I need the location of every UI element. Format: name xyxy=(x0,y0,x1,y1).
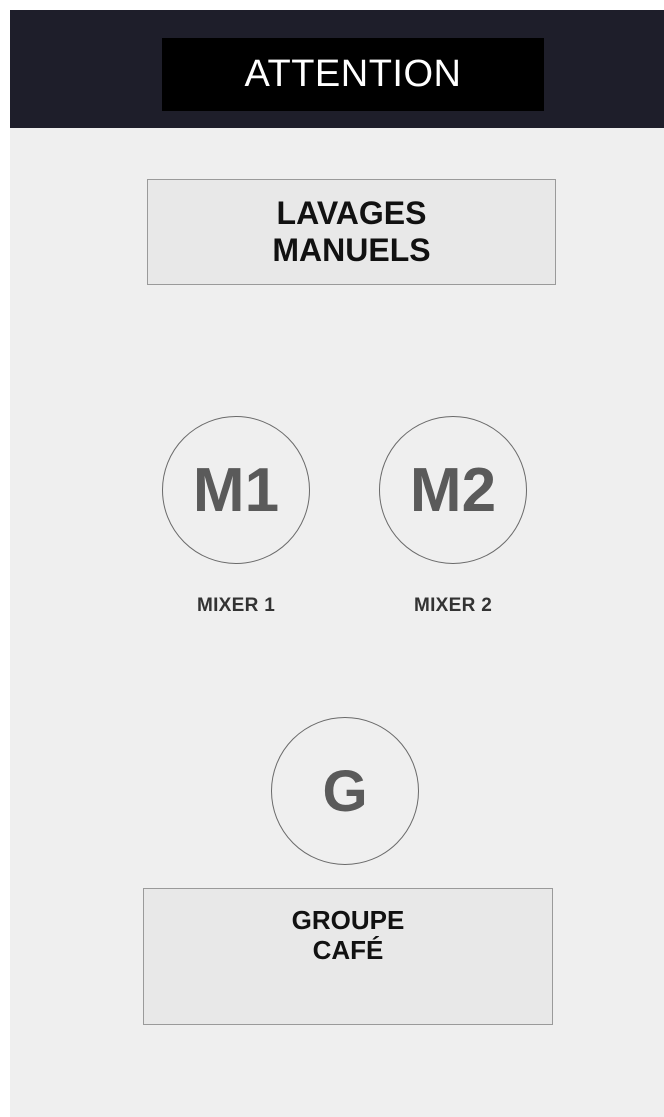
group-label-line-1: GROUPE xyxy=(291,905,405,935)
m2-icon: M2 xyxy=(409,455,497,525)
coffee-group-panel[interactable]: GROUPE CAFÉ xyxy=(143,888,553,1025)
g-icon: G xyxy=(322,758,368,824)
section-title-line-1: LAVAGES xyxy=(276,195,427,231)
group-label-line-2: CAFÉ xyxy=(312,935,384,965)
m1-icon: M1 xyxy=(192,455,280,525)
header-bar: ATTENTION xyxy=(10,10,664,128)
mixer-2-button[interactable]: M2 xyxy=(379,416,527,564)
mixer-2-label: MIXER 2 xyxy=(413,595,493,616)
section-title-line-2: MANUELS xyxy=(272,232,431,268)
mixer-1-button[interactable]: M1 xyxy=(162,416,310,564)
mixer-1-label: MIXER 1 xyxy=(196,595,276,616)
attention-title: ATTENTION xyxy=(162,38,544,111)
screen: ATTENTION LAVAGES MANUELS M1 MIXER 1 M2 … xyxy=(10,10,664,1117)
manual-washes-title: LAVAGES MANUELS xyxy=(147,179,556,285)
coffee-group-button[interactable]: G xyxy=(271,717,419,865)
